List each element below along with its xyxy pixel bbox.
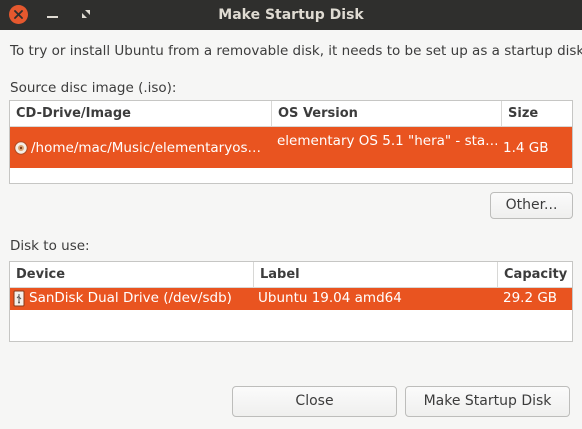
column-header-capacity[interactable]: Capacity	[498, 262, 572, 287]
disk-table-header: Device Label Capacity	[10, 262, 572, 288]
column-header-size[interactable]: Size	[502, 101, 572, 126]
window-title: Make Startup Disk	[218, 7, 364, 23]
disk-section-label: Disk to use:	[10, 238, 90, 254]
disk-capacity: 29.2 GB	[503, 290, 558, 306]
disk-device: SanDisk Dual Drive (/dev/sdb)	[29, 290, 232, 306]
source-image-path: /home/mac/Music/elementaryos…	[31, 140, 261, 156]
disk-label: Ubuntu 19.04 amd64	[258, 290, 402, 306]
close-button[interactable]: Close	[232, 386, 397, 417]
source-table: CD-Drive/Image OS Version Size /home/mac…	[9, 100, 573, 184]
source-table-row[interactable]: /home/mac/Music/elementaryos… elementary…	[10, 127, 572, 168]
source-section-label: Source disc image (.iso):	[10, 80, 177, 96]
make-startup-disk-button[interactable]: Make Startup Disk	[405, 386, 570, 417]
disc-icon	[14, 141, 28, 159]
usb-drive-icon	[13, 290, 25, 311]
column-header-device[interactable]: Device	[10, 262, 254, 287]
source-table-header: CD-Drive/Image OS Version Size	[10, 101, 572, 127]
disk-table-row[interactable]: SanDisk Dual Drive (/dev/sdb) Ubuntu 19.…	[10, 288, 572, 310]
column-header-cd-drive-image[interactable]: CD-Drive/Image	[10, 101, 272, 126]
source-os-version: elementary OS 5.1 "hera" - sta…	[277, 133, 497, 149]
column-header-label[interactable]: Label	[254, 262, 498, 287]
disk-table: Device Label Capacity SanDisk Dual Drive…	[9, 261, 573, 342]
source-size: 1.4 GB	[503, 140, 549, 156]
title-bar: Make Startup Disk	[0, 0, 582, 30]
other-button[interactable]: Other...	[490, 192, 573, 219]
column-header-os-version[interactable]: OS Version	[272, 101, 502, 126]
intro-text: To try or install Ubuntu from a removabl…	[10, 43, 582, 59]
